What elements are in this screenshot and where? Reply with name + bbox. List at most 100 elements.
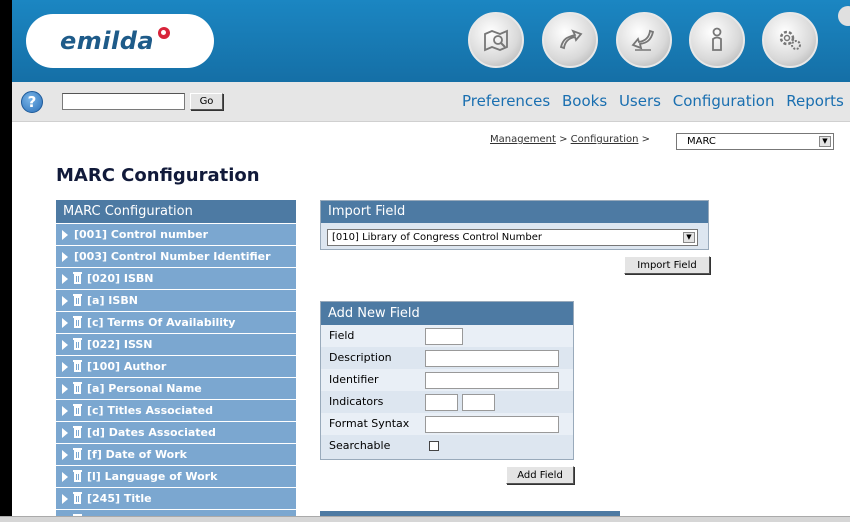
marc-field-label: [a] ISBN xyxy=(87,294,138,307)
person-icon xyxy=(712,27,722,51)
corner-button[interactable] xyxy=(838,6,850,26)
search-catalog-button[interactable] xyxy=(468,12,524,68)
chevron-down-icon[interactable]: ▼ xyxy=(683,232,695,243)
expand-arrow-icon[interactable] xyxy=(62,449,68,460)
expand-arrow-icon[interactable] xyxy=(62,361,68,372)
field-input[interactable] xyxy=(425,328,463,345)
expand-arrow-icon[interactable] xyxy=(62,339,68,350)
marc-field-label: [022] ISSN xyxy=(87,338,153,351)
arrow-in-icon xyxy=(631,29,655,51)
marc-field-item[interactable]: [c] Titles Associated xyxy=(56,400,296,421)
help-icon[interactable]: ? xyxy=(21,91,43,113)
marc-field-item[interactable]: [003] Control Number Identifier xyxy=(56,246,296,267)
marc-field-label: [c] Titles Associated xyxy=(87,404,214,417)
return-button[interactable] xyxy=(616,12,672,68)
import-field-select[interactable]: [010] Library of Congress Control Number… xyxy=(327,229,698,246)
status-bar xyxy=(0,516,850,522)
marc-field-item[interactable]: [a] ISBN xyxy=(56,290,296,311)
identifier-row: Identifier xyxy=(321,369,573,391)
trash-icon[interactable] xyxy=(73,491,82,504)
marc-field-label: [020] ISBN xyxy=(87,272,154,285)
import-panel-title: Import Field xyxy=(321,201,708,223)
import-field-button[interactable]: Import Field xyxy=(624,256,710,274)
identifier-input[interactable] xyxy=(425,372,559,389)
marc-field-item[interactable]: [c] Terms Of Availability xyxy=(56,312,296,333)
marc-panel-title: MARC Configuration xyxy=(56,200,296,223)
marc-field-item[interactable]: [d] Dates Associated xyxy=(56,422,296,443)
searchable-row: Searchable xyxy=(321,435,573,457)
go-button[interactable]: Go xyxy=(190,93,223,110)
search-toolbar: ? Go Preferences Books Users Configurati… xyxy=(12,82,850,122)
marc-field-item[interactable]: [245] Title xyxy=(56,488,296,509)
import-field-panel: Import Field [010] Library of Congress C… xyxy=(320,200,709,250)
nav-reports[interactable]: Reports xyxy=(786,92,844,110)
expand-arrow-icon[interactable] xyxy=(62,405,68,416)
identifier-label: Identifier xyxy=(329,373,379,386)
marc-field-label: [l] Language of Work xyxy=(87,470,218,483)
trash-icon[interactable] xyxy=(73,381,82,394)
breadcrumb: Management > Configuration > xyxy=(490,134,650,145)
trash-icon[interactable] xyxy=(73,469,82,482)
expand-arrow-icon[interactable] xyxy=(62,229,68,240)
breadcrumb-configuration[interactable]: Configuration xyxy=(571,134,639,145)
trash-icon[interactable] xyxy=(73,359,82,372)
trash-icon[interactable] xyxy=(73,403,82,416)
marc-field-item[interactable]: [100] Author xyxy=(56,356,296,377)
marc-field-item[interactable]: [001] Control number xyxy=(56,224,296,245)
expand-arrow-icon[interactable] xyxy=(62,383,68,394)
format-syntax-label: Format Syntax xyxy=(329,417,410,430)
marc-field-label: [100] Author xyxy=(87,360,167,373)
marc-field-label: [f] Date of Work xyxy=(87,448,187,461)
marc-field-label: [d] Dates Associated xyxy=(87,426,216,439)
expand-arrow-icon[interactable] xyxy=(62,427,68,438)
marc-field-item[interactable]: [l] Language of Work xyxy=(56,466,296,487)
nav-books[interactable]: Books xyxy=(562,92,607,110)
description-input[interactable] xyxy=(425,350,559,367)
field-row: Field xyxy=(321,325,573,347)
expand-arrow-icon[interactable] xyxy=(62,471,68,482)
marc-field-item[interactable]: [f] Date of Work xyxy=(56,444,296,465)
expand-arrow-icon[interactable] xyxy=(62,251,68,262)
description-row: Description xyxy=(321,347,573,369)
marc-field-label: [003] Control Number Identifier xyxy=(74,250,271,263)
add-new-field-panel: Add New Field Field Description Identifi… xyxy=(320,301,574,460)
trash-icon[interactable] xyxy=(73,271,82,284)
nav-configuration[interactable]: Configuration xyxy=(673,92,775,110)
configuration-section-select[interactable]: MARC ▼ xyxy=(676,133,834,150)
window-left-edge xyxy=(0,0,12,522)
indicator-2-input[interactable] xyxy=(462,394,495,411)
trash-icon[interactable] xyxy=(73,425,82,438)
expand-arrow-icon[interactable] xyxy=(62,317,68,328)
user-button[interactable] xyxy=(689,12,745,68)
marc-field-item[interactable]: [a] Personal Name xyxy=(56,378,296,399)
emilda-logo[interactable]: emilda xyxy=(26,14,214,68)
search-input[interactable] xyxy=(62,93,185,110)
settings-button[interactable] xyxy=(762,12,818,68)
nav-preferences[interactable]: Preferences xyxy=(462,92,550,110)
trash-icon[interactable] xyxy=(73,447,82,460)
marc-field-label: [a] Personal Name xyxy=(87,382,202,395)
trash-icon[interactable] xyxy=(73,315,82,328)
arrow-out-icon xyxy=(559,29,583,50)
logo-mark-icon xyxy=(158,27,171,39)
checkout-button[interactable] xyxy=(542,12,598,68)
expand-arrow-icon[interactable] xyxy=(62,295,68,306)
search-map-icon xyxy=(484,29,508,52)
searchable-checkbox[interactable] xyxy=(429,441,439,451)
add-field-form: Field Description Identifier Indicators … xyxy=(321,325,573,457)
trash-icon[interactable] xyxy=(73,293,82,306)
indicator-1-input[interactable] xyxy=(425,394,458,411)
expand-arrow-icon[interactable] xyxy=(62,493,68,504)
marc-field-item[interactable]: [020] ISBN xyxy=(56,268,296,289)
marc-field-item[interactable]: [022] ISSN xyxy=(56,334,296,355)
breadcrumb-separator: > xyxy=(641,134,651,145)
trash-icon[interactable] xyxy=(73,337,82,350)
add-field-button[interactable]: Add Field xyxy=(506,466,574,484)
nav-users[interactable]: Users xyxy=(619,92,661,110)
expand-arrow-icon[interactable] xyxy=(62,273,68,284)
import-field-value: [010] Library of Congress Control Number xyxy=(332,232,542,243)
breadcrumb-management[interactable]: Management xyxy=(490,134,556,145)
format-syntax-input[interactable] xyxy=(425,416,559,433)
chevron-down-icon[interactable]: ▼ xyxy=(819,136,831,147)
searchable-label: Searchable xyxy=(329,439,391,452)
